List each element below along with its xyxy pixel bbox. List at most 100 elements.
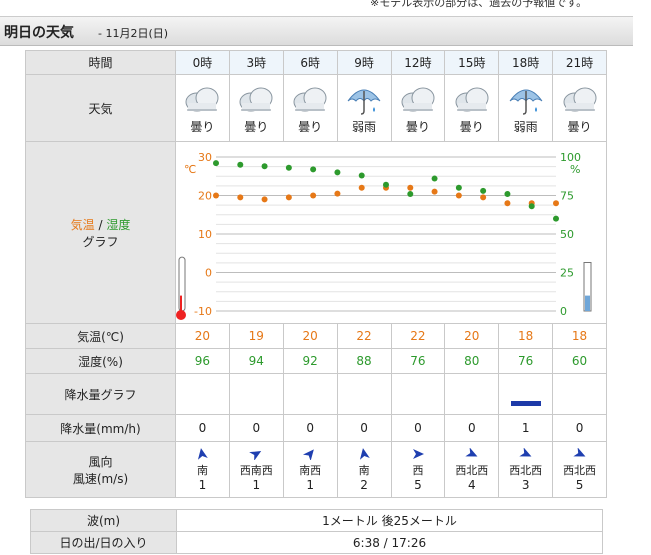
humidity-point xyxy=(455,184,462,191)
forecast-table: 時間 0時 3時 6時 9時 12時 15時 18時 21時 天気 曇り 曇り 曇り 弱雨 曇り 曇り 弱… xyxy=(25,50,607,498)
temp-point xyxy=(213,192,219,198)
wind-speed: 5 xyxy=(414,477,422,492)
humidity-point xyxy=(553,215,559,222)
precip-cell: 0 xyxy=(175,414,230,442)
right-tick-label: 50 xyxy=(560,228,574,241)
time-header: 時間 xyxy=(25,50,176,75)
page-title: 明日の天気 xyxy=(4,25,74,41)
wind-arrow-icon xyxy=(303,448,315,460)
precip-graph-header: 降水量グラフ xyxy=(25,373,176,415)
temp-point xyxy=(334,190,341,197)
humidity-point xyxy=(528,202,535,209)
wind-dir: 西北西 xyxy=(509,463,543,477)
top-note: ※モデル表示の部分は、過去の予報値です。 xyxy=(370,0,588,9)
time-cell: 18時 xyxy=(498,50,554,75)
weather-cell: 曇り xyxy=(175,74,230,142)
temp-point xyxy=(261,195,268,202)
precip-cell: 0 xyxy=(390,414,446,442)
weather-label: 曇り xyxy=(244,120,269,134)
weather-cell: 弱雨 xyxy=(498,74,554,142)
time-cell: 15時 xyxy=(444,50,500,75)
temp-point xyxy=(310,192,317,198)
humidity-cell: 88 xyxy=(336,348,392,374)
weather-label: 曇り xyxy=(190,120,215,134)
wind-speed: 4 xyxy=(467,477,476,492)
weather-label: 弱雨 xyxy=(513,120,538,134)
temp-point xyxy=(553,199,559,206)
wind-cell: 西5 xyxy=(390,441,446,498)
temp-cell: 22 xyxy=(390,323,446,349)
wind-header: 風向 風速(m/s) xyxy=(25,441,176,498)
weather-cell: 曇り xyxy=(390,74,446,142)
cloud-icon xyxy=(455,87,489,112)
precip-graph-cell xyxy=(444,373,500,415)
temp-cell: 20 xyxy=(175,323,230,349)
wind-speed: 1 xyxy=(252,477,261,492)
cloud-icon xyxy=(185,87,219,112)
wind-dir: 西南西 xyxy=(239,463,273,477)
precip-header: 降水量(mm/h) xyxy=(25,414,176,442)
wind-cell: 西南西 1 xyxy=(228,441,284,498)
wind-cell: 西北西 5 xyxy=(552,441,607,498)
temp-cell: 20 xyxy=(444,323,500,349)
wave-value: 1メートル 後25メートル xyxy=(176,509,603,532)
graph-header: 気温 / 湿度 グラフ xyxy=(25,141,176,324)
weather-cell: 曇り xyxy=(552,74,607,142)
weather-cell: 弱雨 xyxy=(336,74,392,142)
precip-cell: 0 xyxy=(552,414,607,442)
time-cell: 0時 xyxy=(175,50,230,75)
left-tick-label: 30 xyxy=(198,151,212,164)
precip-cell: 0 xyxy=(228,414,284,442)
weather-cell: 曇り xyxy=(282,74,338,142)
wind-speed-label: 風速(m/s) xyxy=(72,471,129,486)
forecast-date: - 11月2日(日) xyxy=(98,27,169,40)
wind-dir: 南 xyxy=(358,463,370,477)
wind-speed: 1 xyxy=(198,477,207,492)
temp-humidity-chart: 3020100-101007550250℃% xyxy=(176,151,592,320)
weather-header: 天気 xyxy=(25,74,176,142)
humidity-cell: 76 xyxy=(498,348,554,374)
humidity-cell: 80 xyxy=(444,348,500,374)
temp-cell: 20 xyxy=(282,323,338,349)
precip-cell: 0 xyxy=(444,414,500,442)
temp-header: 気温(℃) xyxy=(25,323,176,349)
wind-dir: 西北西 xyxy=(563,463,597,477)
wind-arrow-icon xyxy=(519,447,532,457)
humidity-cell: 92 xyxy=(282,348,338,374)
weather-label: 曇り xyxy=(567,120,592,134)
humidity-point xyxy=(480,187,487,194)
sun-value: 6:38 / 17:26 xyxy=(176,531,603,554)
time-cell: 3時 xyxy=(228,50,284,75)
wind-arrow-icon xyxy=(572,447,586,457)
right-tick-label: 75 xyxy=(560,189,574,202)
temp-cell: 19 xyxy=(228,323,284,349)
thermometer-icon xyxy=(176,256,186,320)
left-tick-label: -10 xyxy=(194,305,212,318)
sun-header: 日の出/日の入り xyxy=(30,531,177,554)
humidity-cell: 76 xyxy=(390,348,446,374)
precip-graph-cell xyxy=(282,373,338,415)
wind-dir: 南 xyxy=(196,463,208,477)
wind-cell: 西北西 4 xyxy=(444,441,500,498)
precip-graph-cell xyxy=(552,373,607,415)
wind-arrow-icon xyxy=(465,447,478,457)
wind-arrow-icon xyxy=(412,448,424,459)
time-cell: 12時 xyxy=(390,50,446,75)
left-tick-label: 0 xyxy=(205,266,212,279)
humidity-cell: 94 xyxy=(228,348,284,374)
right-tick-label: 25 xyxy=(560,266,574,279)
cloud-icon xyxy=(563,87,597,112)
umbrella-icon xyxy=(347,89,381,115)
temp-point xyxy=(504,199,511,206)
precip-bar xyxy=(510,400,541,406)
time-cell: 6時 xyxy=(282,50,338,75)
humidity-point xyxy=(285,164,292,171)
graph-sep: / xyxy=(94,217,107,232)
right-tick-label: 0 xyxy=(560,305,567,318)
wind-cell: 南西 1 xyxy=(282,441,338,498)
temp-point xyxy=(358,184,365,191)
temp-point xyxy=(237,193,244,200)
humidity-cell: 60 xyxy=(552,348,607,374)
temp-point xyxy=(455,192,462,198)
temp-cell: 18 xyxy=(552,323,607,349)
